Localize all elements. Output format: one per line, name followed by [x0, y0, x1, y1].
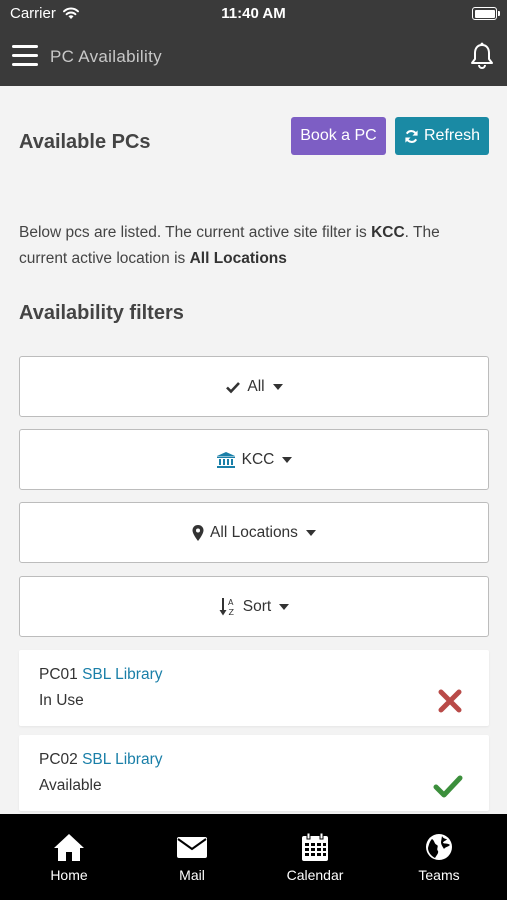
- pc-card[interactable]: PC02 SBL Library Available: [19, 735, 489, 811]
- refresh-button[interactable]: Refresh: [395, 117, 489, 155]
- caret-down-icon: [305, 529, 316, 536]
- tab-home[interactable]: Home: [6, 814, 132, 900]
- active-location: All Locations: [189, 250, 287, 267]
- tab-calendar-label: Calendar: [286, 867, 344, 883]
- svg-text:A: A: [228, 598, 234, 607]
- refresh-icon: [405, 129, 418, 143]
- book-pc-label: Book a PC: [300, 127, 377, 144]
- pc-name: PC02 SBL Library: [39, 751, 163, 768]
- sort-label: Sort: [242, 597, 272, 615]
- filters-title: Availability filters: [19, 302, 184, 324]
- book-pc-button[interactable]: Book a PC: [291, 117, 386, 155]
- page-title: PC Availability: [50, 47, 162, 66]
- tab-home-label: Home: [50, 867, 88, 883]
- battery-icon: [472, 7, 500, 20]
- clock: 11:40 AM: [221, 5, 286, 22]
- home-icon: [54, 834, 84, 861]
- caret-down-icon: [282, 456, 293, 463]
- pc-library-link[interactable]: SBL Library: [82, 751, 162, 768]
- tab-teams-label: Teams: [418, 867, 460, 883]
- mail-icon: [177, 837, 207, 858]
- pc-library-link[interactable]: SBL Library: [82, 666, 162, 683]
- availability-filter-dropdown[interactable]: All: [19, 356, 489, 417]
- active-site: KCC: [371, 224, 405, 241]
- status-bar: Carrier 11:40 AM: [0, 0, 507, 30]
- site-filter-dropdown[interactable]: KCC: [19, 429, 489, 490]
- globe-icon: [426, 834, 452, 860]
- filter-description: Below pcs are listed. The current active…: [19, 224, 440, 267]
- calendar-icon: [302, 832, 328, 861]
- pc-status: Available: [39, 777, 102, 794]
- pc-status: In Use: [39, 692, 84, 709]
- tab-mail-label: Mail: [179, 867, 205, 883]
- pc-card[interactable]: PC01 SBL Library In Use: [19, 650, 489, 726]
- institution-icon: [216, 451, 235, 468]
- cross-icon: [438, 689, 462, 713]
- location-filter-label: All Locations: [210, 523, 298, 541]
- main-content: Available PCs Book a PC Refresh Below pc…: [0, 86, 507, 814]
- caret-down-icon: [272, 383, 283, 390]
- check-icon: [433, 775, 463, 798]
- sort-dropdown[interactable]: A Z Sort: [19, 576, 489, 637]
- check-icon: [226, 381, 241, 393]
- section-title: Available PCs: [19, 131, 151, 153]
- site-filter-label: KCC: [241, 450, 275, 468]
- sort-alpha-icon: A Z: [219, 597, 234, 617]
- tab-mail[interactable]: Mail: [129, 814, 255, 900]
- svg-text:Z: Z: [228, 608, 234, 617]
- caret-down-icon: [279, 603, 290, 610]
- app-header: PC Availability: [0, 30, 507, 86]
- availability-filter-label: All: [247, 377, 265, 395]
- hamburger-menu-icon[interactable]: [12, 45, 38, 67]
- tab-bar: Home Mail Calendar Teams: [0, 814, 507, 900]
- refresh-label: Refresh: [423, 127, 481, 144]
- tab-calendar[interactable]: Calendar: [252, 814, 378, 900]
- bell-icon[interactable]: [469, 42, 495, 70]
- location-filter-dropdown[interactable]: All Locations: [19, 502, 489, 563]
- map-marker-icon: [192, 524, 204, 541]
- pc-name: PC01 SBL Library: [39, 666, 163, 683]
- tab-teams[interactable]: Teams: [376, 814, 502, 900]
